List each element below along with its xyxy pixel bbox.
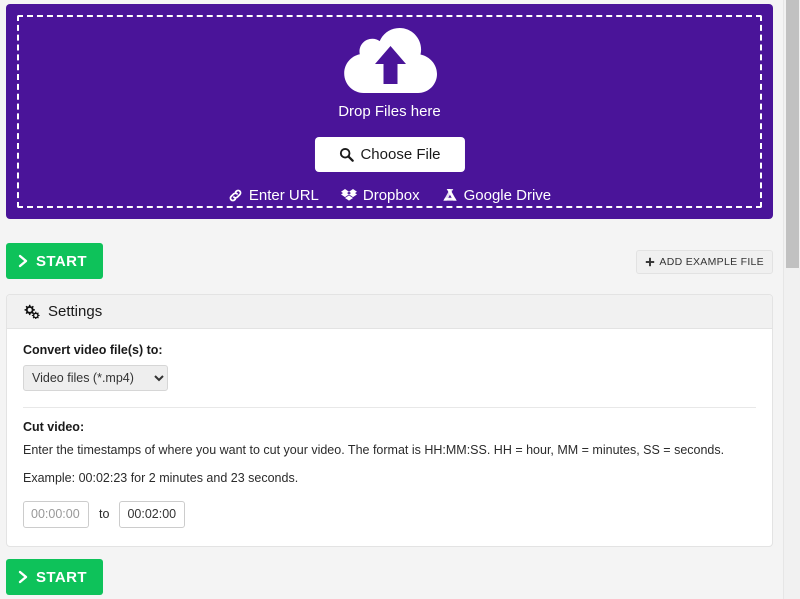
choose-file-label: Choose File: [360, 146, 440, 163]
cut-end-time-input[interactable]: [119, 501, 185, 528]
start-button-top[interactable]: START: [6, 243, 103, 279]
google-drive-link[interactable]: Google Drive: [442, 187, 552, 204]
add-example-file-button[interactable]: ADD EXAMPLE FILE: [636, 250, 773, 274]
link-icon: [228, 188, 243, 203]
cut-video-label: Cut video:: [23, 420, 756, 434]
chevron-right-icon: [18, 570, 29, 584]
start-label: START: [36, 253, 87, 270]
drop-files-text: Drop Files here: [6, 103, 773, 120]
cloud-upload-icon: [338, 24, 442, 102]
plus-icon: [645, 257, 655, 267]
search-icon: [338, 147, 353, 162]
google-drive-icon: [442, 188, 458, 203]
cut-video-example: Example: 00:02:23 for 2 minutes and 23 s…: [23, 470, 756, 486]
cut-video-description: Enter the timestamps of where you want t…: [23, 442, 756, 458]
content-viewport: Drop Files here Choose File: [0, 0, 783, 599]
chevron-right-icon: [18, 254, 29, 268]
settings-panel: Settings Convert video file(s) to: Video…: [6, 294, 773, 547]
settings-body: Convert video file(s) to: Video files (*…: [7, 329, 772, 546]
upload-sources: Enter URL: [6, 187, 773, 204]
start-label: START: [36, 569, 87, 586]
settings-header: Settings: [7, 295, 772, 329]
vertical-scrollbar-track[interactable]: [783, 0, 800, 599]
convert-format-label: Convert video file(s) to:: [23, 343, 756, 357]
page-root: Drop Files here Choose File: [0, 0, 800, 599]
start-row-top: START ADD EXAMPLE FILE: [0, 243, 783, 281]
cogs-icon: [23, 304, 40, 319]
cut-time-row: to: [23, 501, 756, 528]
add-example-file-label: ADD EXAMPLE FILE: [659, 256, 764, 268]
cut-start-time-input[interactable]: [23, 501, 89, 528]
file-dropzone[interactable]: Drop Files here Choose File: [6, 4, 773, 219]
cut-time-to-label: to: [99, 507, 109, 521]
google-drive-label: Google Drive: [464, 187, 552, 204]
vertical-scrollbar-thumb[interactable]: [786, 0, 799, 268]
dropbox-icon: [341, 188, 357, 203]
enter-url-link[interactable]: Enter URL: [228, 187, 319, 204]
output-format-select[interactable]: Video files (*.mp4): [23, 365, 168, 391]
dropbox-link[interactable]: Dropbox: [341, 187, 420, 204]
start-button-bottom[interactable]: START: [6, 559, 103, 595]
enter-url-label: Enter URL: [249, 187, 319, 204]
settings-divider: [23, 407, 756, 408]
settings-title: Settings: [48, 303, 102, 320]
dropbox-label: Dropbox: [363, 187, 420, 204]
choose-file-button[interactable]: Choose File: [314, 137, 464, 172]
start-row-bottom: START: [0, 559, 783, 599]
